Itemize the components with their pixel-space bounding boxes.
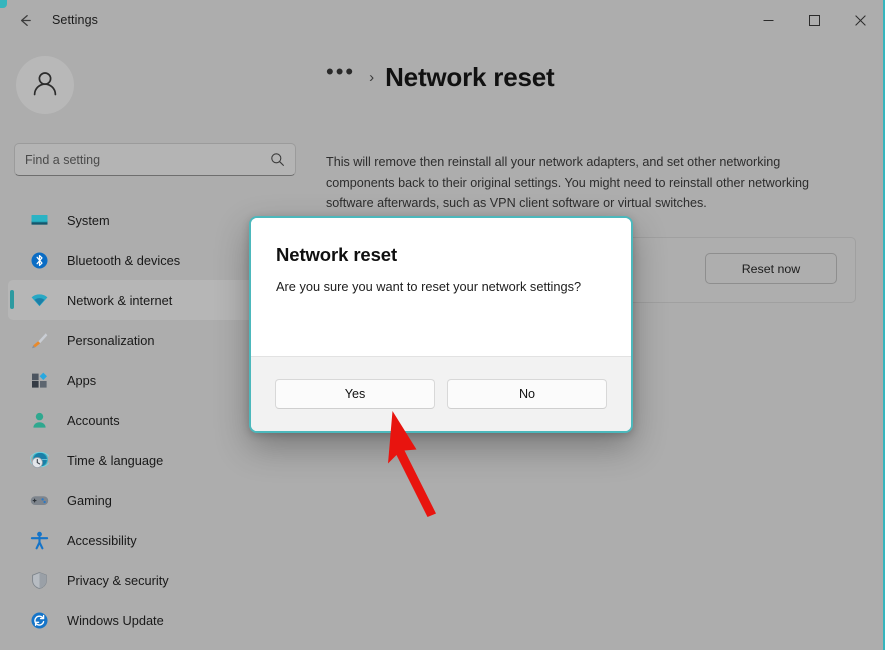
bluetooth-icon (30, 251, 49, 270)
settings-window: Settings Find a setting System Bluetooth… (0, 0, 885, 650)
paintbrush-icon (30, 331, 49, 350)
close-button[interactable] (837, 0, 883, 40)
shield-icon (30, 571, 49, 590)
back-button[interactable] (8, 4, 42, 36)
sidebar-item-label: System (67, 212, 110, 228)
person-avatar-icon (29, 67, 61, 104)
window-controls (745, 0, 883, 40)
close-icon (854, 14, 866, 26)
sidebar-item-label: Apps (67, 372, 97, 388)
dialog-yes-button[interactable]: Yes (275, 379, 435, 409)
user-account-block[interactable] (16, 56, 74, 114)
window-title: Settings (52, 13, 98, 27)
breadcrumb: ••• › Network reset (326, 55, 555, 99)
wifi-icon (30, 291, 49, 310)
search-box[interactable] (14, 143, 296, 176)
sidebar-item-label: Network & internet (67, 292, 173, 308)
account-person-icon (30, 411, 49, 430)
sidebar-item-privacy-security[interactable]: Privacy & security (8, 560, 295, 600)
sidebar-item-accessibility[interactable]: Accessibility (8, 520, 295, 560)
clock-globe-icon (30, 451, 49, 470)
page-title: Network reset (385, 61, 555, 92)
maximize-button[interactable] (791, 0, 837, 40)
gamepad-icon (30, 491, 49, 510)
dialog-message: Are you sure you want to reset your netw… (276, 279, 582, 294)
sidebar-item-gaming[interactable]: Gaming (8, 480, 295, 520)
dialog-body: Network reset Are you sure you want to r… (251, 218, 631, 356)
sidebar-item-time-language[interactable]: Time & language (8, 440, 295, 480)
minimize-button[interactable] (745, 0, 791, 40)
sidebar-item-label: Accounts (67, 412, 120, 428)
sidebar-item-windows-update[interactable]: Windows Update (8, 600, 295, 640)
update-refresh-icon (30, 611, 49, 630)
avatar (16, 56, 74, 114)
title-bar: Settings (0, 0, 883, 40)
breadcrumb-overflow-button[interactable]: ••• (326, 61, 355, 93)
page-description: This will remove then reinstall all your… (326, 155, 810, 210)
reset-now-button[interactable]: Reset now (705, 253, 837, 284)
sidebar-item-label: Time & language (67, 452, 164, 468)
chevron-right-icon: › (369, 68, 375, 86)
accessibility-person-icon (30, 531, 49, 550)
sidebar-item-label: Windows Update (67, 612, 164, 628)
sidebar-item-label: Accessibility (67, 532, 137, 548)
back-arrow-icon (17, 12, 34, 29)
dialog-title: Network reset (276, 244, 398, 265)
sidebar-item-label: Bluetooth & devices (67, 252, 181, 268)
sidebar-item-label: Gaming (67, 492, 112, 508)
sidebar-item-label: Personalization (67, 332, 155, 348)
monitor-icon (30, 211, 49, 230)
minimize-icon (763, 15, 774, 26)
maximize-icon (808, 14, 820, 26)
dialog-no-button[interactable]: No (447, 379, 607, 409)
apps-grid-icon (30, 371, 49, 390)
sidebar-item-label: Privacy & security (67, 572, 169, 588)
search-icon (270, 152, 285, 167)
search-input[interactable] (25, 152, 270, 167)
dialog-footer: Yes No (251, 356, 631, 431)
network-reset-dialog: Network reset Are you sure you want to r… (249, 216, 633, 433)
